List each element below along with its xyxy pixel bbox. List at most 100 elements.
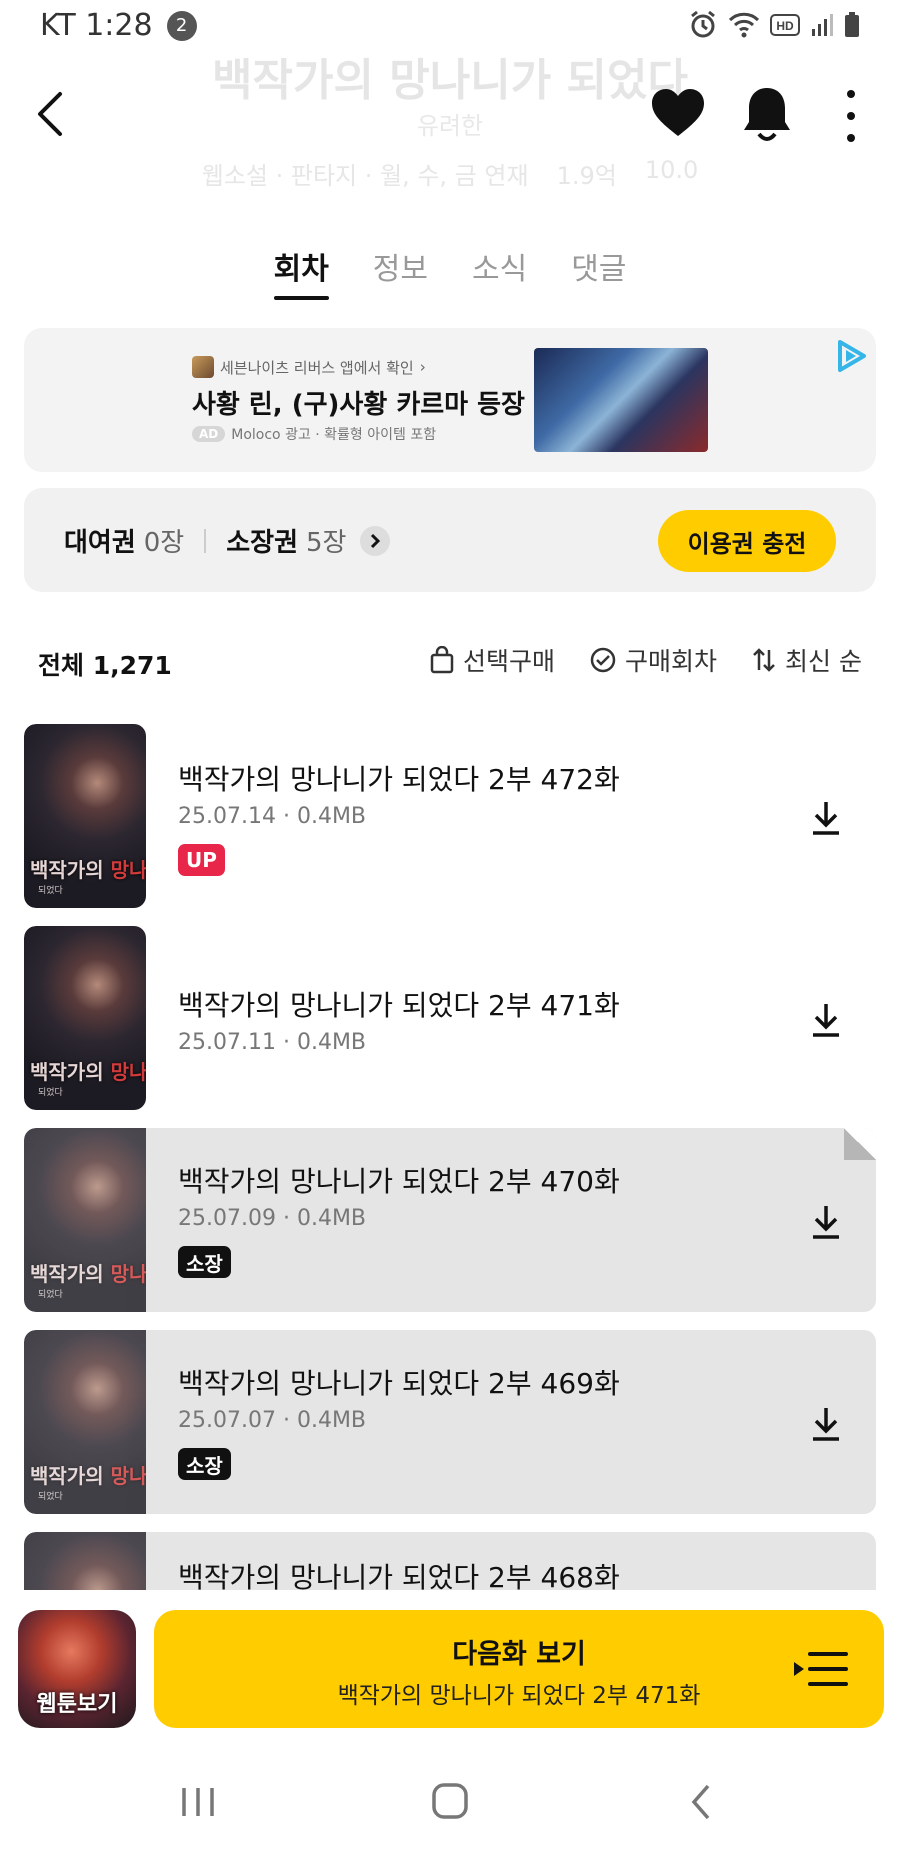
battery-icon bbox=[845, 12, 859, 37]
ticket-counts[interactable]: 대여권 0장 소장권 5장 bbox=[64, 522, 391, 559]
wifi-icon bbox=[728, 12, 760, 38]
bell-icon bbox=[744, 88, 790, 141]
chevron-right-icon[interactable] bbox=[360, 525, 391, 556]
divider bbox=[204, 528, 207, 553]
download-button[interactable] bbox=[806, 1202, 846, 1242]
system-nav-bar bbox=[0, 1752, 900, 1850]
episode-thumbnail: 백작가의 망나니가 되었다 bbox=[24, 724, 146, 908]
notification-button[interactable] bbox=[740, 84, 794, 146]
nav-back-button[interactable] bbox=[672, 1774, 732, 1830]
episode-row[interactable]: 백작가의 망나니가 되었다 백작가의 망나니가 되었다 2부 469화 25.0… bbox=[24, 1330, 876, 1514]
tab-comments[interactable]: 댓글 bbox=[571, 244, 626, 300]
check-circle-icon bbox=[590, 647, 616, 673]
novel-meta-row: 웹소설 · 판타지 · 월, 수, 금 연재 1.9억 10.0 bbox=[0, 156, 900, 191]
charge-ticket-button[interactable]: 이용권 충전 bbox=[658, 510, 836, 572]
ad-badge: AD bbox=[192, 426, 226, 442]
episode-row[interactable]: 백작가의 망나니가 되었다 2부 468화 bbox=[24, 1532, 876, 1590]
episode-meta: 25.07.11 · 0.4MB bbox=[178, 1030, 367, 1055]
episode-meta: 25.07.09 · 0.4MB bbox=[178, 1206, 367, 1231]
ad-banner[interactable]: 세븐나이츠 리버스 앱에서 확인 › 사황 린, (구)사황 카르마 등장 AD… bbox=[24, 328, 876, 472]
heart-icon bbox=[652, 89, 704, 136]
playlist-icon bbox=[794, 1652, 848, 1686]
rental-ticket-count: 0장 bbox=[143, 528, 185, 558]
episode-thumbnail bbox=[24, 1532, 146, 1590]
recent-apps-button[interactable] bbox=[168, 1774, 228, 1830]
episode-row[interactable]: 백작가의 망나니가 되었다 백작가의 망나니가 되었다 2부 470화 25.0… bbox=[24, 1128, 876, 1312]
ad-image bbox=[534, 348, 708, 452]
owned-badge: 소장 bbox=[178, 1246, 231, 1278]
hd-icon: HD bbox=[770, 14, 800, 36]
rental-ticket-label: 대여권 bbox=[64, 528, 136, 558]
carrier-time: KT 1:28 bbox=[40, 8, 153, 43]
tab-episodes[interactable]: 회차 bbox=[273, 244, 330, 300]
sort-button[interactable]: 최신 순 bbox=[751, 642, 862, 678]
page-fold-corner bbox=[844, 1128, 876, 1160]
svg-text:HD: HD bbox=[776, 19, 794, 33]
episode-row[interactable]: 백작가의 망나니가 되었다 백작가의 망나니가 되었다 2부 471화 25.0… bbox=[24, 926, 876, 1110]
back-arrow-icon bbox=[38, 92, 62, 136]
game-logo-icon bbox=[192, 356, 214, 378]
next-episode-button[interactable]: 다음화 보기 백작가의 망나니가 되었다 2부 471화 bbox=[154, 1610, 884, 1728]
more-vertical-icon bbox=[847, 90, 855, 142]
tab-info[interactable]: 정보 bbox=[373, 244, 428, 300]
chevron-right-icon: › bbox=[419, 358, 426, 376]
total-count: 전체 1,271 bbox=[38, 651, 172, 680]
back-icon bbox=[691, 1784, 710, 1820]
own-ticket-count: 5장 bbox=[306, 528, 347, 558]
episode-thumbnail: 백작가의 망나니가 되었다 bbox=[24, 1330, 146, 1514]
rating-value: 10.0 bbox=[644, 156, 699, 184]
alarm-icon bbox=[691, 10, 715, 38]
views-count: 1.9억 bbox=[556, 162, 617, 190]
episode-meta: 25.07.14 · 0.4MB bbox=[178, 804, 367, 829]
top-bar bbox=[0, 70, 900, 160]
download-icon bbox=[813, 1408, 839, 1441]
episode-thumbnail: 백작가의 망나니가 되었다 bbox=[24, 1128, 146, 1312]
notification-count-badge: 2 bbox=[166, 10, 197, 41]
back-button[interactable] bbox=[30, 86, 74, 142]
shopping-bag-icon bbox=[430, 646, 454, 674]
recent-apps-icon bbox=[182, 1788, 214, 1816]
ad-source: 세븐나이츠 리버스 앱에서 확인 › bbox=[192, 356, 426, 378]
ad-headline: 사황 린, (구)사황 카르마 등장 bbox=[192, 390, 525, 420]
episode-title: 백작가의 망나니가 되었다 2부 468화 bbox=[178, 1561, 620, 1590]
episode-meta: 25.07.07 · 0.4MB bbox=[178, 1408, 367, 1433]
ad-source-text: 세븐나이츠 리버스 앱에서 확인 bbox=[220, 358, 414, 377]
download-icon bbox=[813, 1004, 839, 1037]
ad-meta: AD Moloco 광고 · 확률형 아이템 포함 bbox=[192, 424, 436, 444]
more-options-button[interactable] bbox=[836, 84, 866, 148]
tab-bar: 회차 정보 소식 댓글 bbox=[0, 244, 900, 300]
episode-title: 백작가의 망나니가 되었다 2부 470화 bbox=[178, 1165, 620, 1198]
ad-meta-text: Moloco 광고 · 확률형 아이템 포함 bbox=[231, 427, 437, 443]
next-episode-subtitle: 백작가의 망나니가 되었다 2부 471화 bbox=[337, 1683, 701, 1709]
home-button[interactable] bbox=[420, 1774, 480, 1830]
purchased-filter-button[interactable]: 구매회차 bbox=[589, 642, 717, 678]
select-buy-label: 선택구매 bbox=[463, 647, 556, 676]
adchoices-icon[interactable] bbox=[834, 338, 870, 374]
owned-badge: 소장 bbox=[178, 1448, 231, 1480]
download-icon bbox=[813, 802, 839, 835]
next-episode-title: 다음화 보기 bbox=[452, 1639, 586, 1670]
view-webtoon-label: 웹툰보기 bbox=[36, 1692, 118, 1717]
episode-thumbnail: 백작가의 망나니가 되었다 bbox=[24, 926, 146, 1110]
purchased-label: 구매회차 bbox=[625, 647, 718, 676]
view-webtoon-button[interactable]: 웹툰보기 bbox=[18, 1610, 136, 1728]
episode-row[interactable]: 백작가의 망나니가 되었다 백작가의 망나니가 되었다 2부 472화 25.0… bbox=[24, 724, 876, 908]
select-buy-button[interactable]: 선택구매 bbox=[429, 642, 555, 678]
download-button[interactable] bbox=[806, 798, 846, 838]
home-icon bbox=[432, 1783, 468, 1819]
episode-title: 백작가의 망나니가 되었다 2부 469화 bbox=[178, 1367, 620, 1400]
tab-news[interactable]: 소식 bbox=[472, 244, 527, 300]
favorite-button[interactable] bbox=[650, 86, 706, 142]
own-ticket-label: 소장권 bbox=[226, 528, 298, 558]
sort-icon bbox=[753, 648, 775, 672]
novel-meta: 웹소설 · 판타지 · 월, 수, 금 연재 bbox=[201, 162, 529, 190]
signal-icon bbox=[812, 14, 833, 36]
sort-label: 최신 순 bbox=[785, 647, 862, 676]
episode-title: 백작가의 망나니가 되었다 2부 472화 bbox=[178, 763, 620, 796]
episode-title: 백작가의 망나니가 되었다 2부 471화 bbox=[178, 989, 620, 1022]
download-button[interactable] bbox=[806, 1404, 846, 1444]
bottom-action-bar: 웹툰보기 다음화 보기 백작가의 망나니가 되었다 2부 471화 bbox=[0, 1590, 900, 1750]
episode-list-header: 전체 1,271 선택구매 구매회차 최신 순 bbox=[0, 640, 900, 684]
download-icon bbox=[813, 1206, 839, 1239]
download-button[interactable] bbox=[806, 1000, 846, 1040]
